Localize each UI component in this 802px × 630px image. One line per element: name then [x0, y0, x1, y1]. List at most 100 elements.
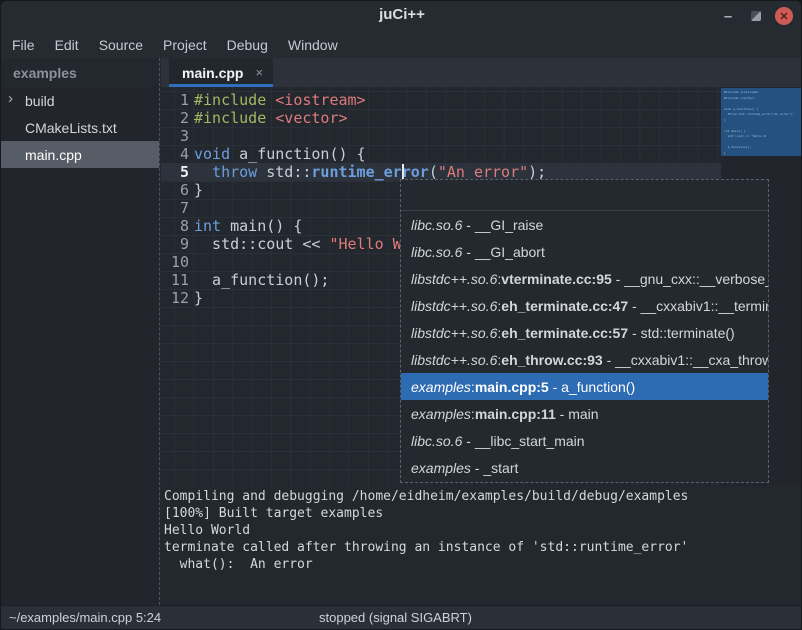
frame-symbol: std::terminate() — [641, 325, 735, 341]
tab-main-cpp[interactable]: main.cpp × — [169, 58, 273, 87]
debug-status: stopped (signal SIGABRT) — [319, 610, 472, 625]
frame-symbol: __gnu_cxx::__verbose_terminate_handler() — [624, 271, 768, 287]
sidebar-item-build[interactable]: › build — [1, 87, 159, 114]
frame-library: examples — [411, 379, 471, 395]
line-number: 4 — [161, 145, 189, 163]
frame-symbol: __libc_start_main — [475, 433, 585, 449]
frame-library: examples — [411, 460, 471, 476]
line-number: 5 — [161, 163, 189, 181]
cursor-location: ~/examples/main.cpp 5:24 — [9, 610, 161, 625]
line-number: 2 — [161, 109, 189, 127]
restore-icon[interactable] — [751, 11, 761, 21]
sidebar-divider[interactable] — [159, 58, 160, 605]
tree-item-label: CMakeLists.txt — [25, 120, 117, 136]
tab-label: main.cpp — [182, 65, 243, 81]
line-number: 9 — [161, 235, 189, 253]
tree-item-label: main.cpp — [25, 147, 82, 163]
backtrace-list: libc.so.6 - __GI_raiselibc.so.6 - __GI_a… — [401, 211, 768, 481]
menu-item-project[interactable]: Project — [153, 33, 217, 57]
terminal-line: [100%] Built target examples — [164, 505, 802, 522]
chevron-right-icon[interactable]: › — [8, 90, 13, 107]
frame-library: libc.so.6 — [411, 244, 462, 260]
frame-location: main.cpp:5 — [475, 379, 549, 395]
project-header: examples — [1, 58, 159, 87]
code-content: std::cout << "Hello W — [194, 235, 402, 253]
code-content: #include <iostream> — [194, 91, 366, 109]
file-tree: › build CMakeLists.txt main.cpp — [1, 87, 159, 605]
terminal-line: what(): An error — [164, 556, 802, 573]
minimap-slider[interactable]: #include <iostream>#include <vector> voi… — [721, 88, 801, 156]
menu-item-debug[interactable]: Debug — [217, 33, 278, 57]
frame-location: main.cpp:11 — [475, 406, 556, 422]
frame-library: libc.so.6 — [411, 433, 462, 449]
frame-location: eh_terminate.cc:57 — [501, 325, 628, 341]
title-bar[interactable]: juCi++ – ✕ — [1, 1, 802, 31]
minimize-button[interactable]: – — [719, 8, 737, 25]
code-line-2[interactable]: 2 #include <vector> — [161, 109, 721, 127]
line-number: 1 — [161, 91, 189, 109]
line-number: 6 — [161, 181, 189, 199]
backtrace-item[interactable]: libstdc++.so.6:vterminate.cc:95 - __gnu_… — [401, 265, 768, 292]
backtrace-item[interactable]: libc.so.6 - __libc_start_main — [401, 427, 768, 454]
frame-library: libstdc++.so.6 — [411, 325, 497, 341]
frame-location: eh_throw.cc:93 — [501, 352, 602, 368]
line-number: 10 — [161, 253, 189, 271]
juci-window: juCi++ – ✕ FileEditSourceProjectDebugWin… — [0, 0, 802, 630]
tab-bar: main.cpp × — [161, 58, 802, 87]
menu-item-edit[interactable]: Edit — [45, 33, 89, 57]
terminal-line: Compiling and debugging /home/eidheim/ex… — [164, 488, 802, 505]
terminal-line: Hello World — [164, 522, 802, 539]
code-line-4[interactable]: 4 void a_function() { — [161, 145, 721, 163]
menu-item-window[interactable]: Window — [278, 33, 348, 57]
backtrace-item[interactable]: examples:main.cpp:11 - main — [401, 400, 768, 427]
frame-library: libc.so.6 — [411, 217, 462, 233]
frame-library: examples — [411, 406, 471, 422]
backtrace-item[interactable]: libstdc++.so.6:eh_terminate.cc:57 - std:… — [401, 319, 768, 346]
backtrace-item[interactable]: libstdc++.so.6:eh_terminate.cc:47 - __cx… — [401, 292, 768, 319]
status-bar: ~/examples/main.cpp 5:24 stopped (signal… — [1, 605, 802, 629]
line-number: 8 — [161, 217, 189, 235]
menu-bar: FileEditSourceProjectDebugWindow — [1, 31, 802, 58]
backtrace-item[interactable]: examples:main.cpp:5 - a_function() — [401, 373, 768, 400]
tree-item-label: build — [25, 93, 55, 109]
frame-library: libstdc++.so.6 — [411, 298, 497, 314]
line-number: 11 — [161, 271, 189, 289]
close-button[interactable]: ✕ — [775, 7, 793, 25]
code-line-1[interactable]: 1 #include <iostream> — [161, 91, 721, 109]
frame-location: vterminate.cc:95 — [501, 271, 612, 287]
code-content: } — [194, 181, 203, 199]
code-line-3[interactable]: 3 — [161, 127, 721, 145]
code-content: a_function(); — [194, 271, 329, 289]
code-content: #include <vector> — [194, 109, 348, 127]
backtrace-item[interactable]: libstdc++.so.6:eh_throw.cc:93 - __cxxabi… — [401, 346, 768, 373]
frame-symbol: __GI_abort — [475, 244, 545, 260]
frame-location: eh_terminate.cc:47 — [501, 298, 628, 314]
backtrace-item[interactable]: libc.so.6 - __GI_raise — [401, 211, 768, 238]
menu-item-source[interactable]: Source — [89, 33, 153, 57]
frame-symbol: _start — [483, 460, 518, 476]
frame-symbol: a_function() — [561, 379, 635, 395]
window-title: juCi++ — [1, 6, 802, 23]
frame-symbol: __GI_raise — [475, 217, 543, 233]
popup-search-entry[interactable] — [401, 180, 768, 211]
frame-symbol: __cxxabiv1::__terminate(void (*)()) — [641, 298, 768, 314]
backtrace-popup: libc.so.6 - __GI_raiselibc.so.6 - __GI_a… — [400, 179, 769, 483]
menu-item-file[interactable]: File — [2, 33, 45, 57]
frame-symbol: __cxxabiv1::__cxa_throw — [615, 352, 768, 368]
window-controls: – ✕ — [719, 1, 793, 31]
frame-symbol: main — [568, 406, 598, 422]
code-content: void a_function() { — [194, 145, 366, 163]
sidebar-item-cmakelists-txt[interactable]: CMakeLists.txt — [1, 114, 159, 141]
code-content: int main() { — [194, 217, 302, 235]
code-content: } — [194, 289, 203, 307]
backtrace-item[interactable]: examples - _start — [401, 454, 768, 481]
backtrace-item[interactable]: libc.so.6 - __GI_abort — [401, 238, 768, 265]
project-name: examples — [13, 65, 77, 81]
terminal-line: terminate called after throwing an insta… — [164, 539, 802, 556]
line-number: 3 — [161, 127, 189, 145]
tab-close-icon[interactable]: × — [255, 65, 263, 80]
terminal-output[interactable]: Compiling and debugging /home/eidheim/ex… — [161, 486, 802, 605]
sidebar-item-main-cpp[interactable]: main.cpp — [1, 141, 159, 168]
line-number: 7 — [161, 199, 189, 217]
line-number: 12 — [161, 289, 189, 307]
